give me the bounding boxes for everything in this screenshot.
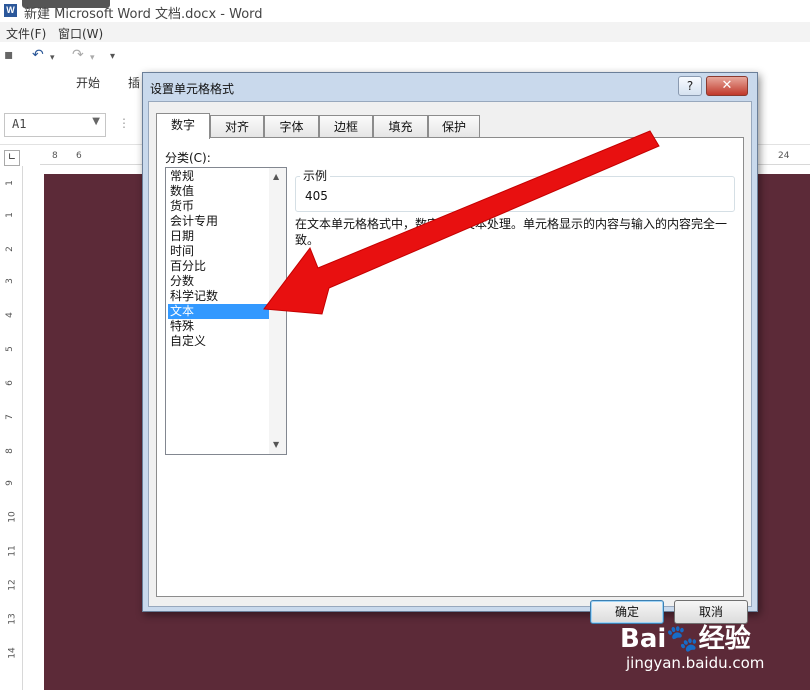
annotation-arrow-icon — [263, 130, 660, 315]
tab-number[interactable]: 数字 — [156, 113, 210, 139]
watermark-logo: Bai🐾经验 — [620, 624, 751, 654]
baidu-jingyan-watermark: Bai🐾经验 jingyan.baidu.com — [620, 618, 800, 682]
watermark-url: jingyan.baidu.com — [626, 654, 765, 672]
